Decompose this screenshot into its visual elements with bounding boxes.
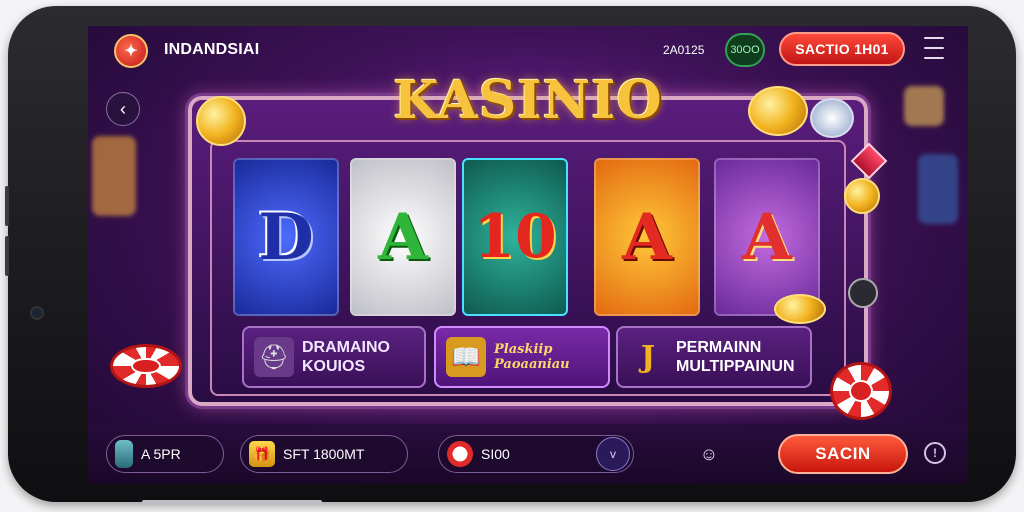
silver-chip-decoration: [810, 98, 854, 138]
reel-1[interactable]: D: [233, 158, 339, 316]
feature-label: Plaskiip Paoaaniau: [494, 342, 570, 372]
credits-pill[interactable]: 30OO: [725, 33, 765, 67]
reel-symbol: A: [622, 199, 672, 275]
chat-icon[interactable]: ☺: [698, 444, 720, 464]
bet-item-label: SI00: [481, 446, 510, 462]
hook-icon: J: [640, 339, 656, 375]
game-title: KASINIO: [393, 70, 663, 131]
chevron-left-icon: ‹: [120, 98, 126, 119]
reel-3[interactable]: 10: [462, 158, 568, 316]
poker-chip-decoration: [830, 362, 892, 420]
feature-tile-2[interactable]: 📖 Plaskiip Paoaaniau: [434, 326, 610, 388]
gold-coin-decoration: [748, 86, 808, 136]
reel-symbol: A: [378, 199, 428, 275]
balance-readout: 2A0125: [663, 43, 705, 57]
spin-button[interactable]: SACIN: [778, 434, 908, 474]
hamburger-menu-icon[interactable]: [924, 37, 944, 59]
feature-label: DRAMAINO KOUIOS: [302, 339, 390, 375]
background-light-right: [904, 86, 944, 126]
settings-gear-decoration: [848, 278, 878, 308]
treasure-icon: 🎁: [249, 441, 275, 467]
bottle-icon: [115, 440, 133, 468]
background-light-left: [92, 136, 136, 216]
background-screen-right: [918, 154, 958, 224]
poker-chip-decoration: [110, 344, 182, 388]
phone-frame: ✦ INDANDSIAI 2A0125 30OO SACTIO 1H01 ‹ K…: [5, 6, 1016, 504]
gold-coin-decoration: [196, 96, 246, 146]
helmet-icon: ⛑: [254, 337, 294, 377]
gold-coin-decoration: [774, 294, 826, 324]
game-title-wrap: KASINIO: [358, 70, 698, 140]
reel-symbol: A: [742, 199, 792, 275]
reel-symbol: 10: [473, 202, 557, 272]
info-icon[interactable]: !: [924, 442, 946, 464]
bottom-bar: A 5PR 🎁 SFT 1800MT SI00 v ☺ SACIN !: [88, 424, 968, 484]
back-button[interactable]: ‹: [106, 92, 140, 126]
poker-chip-icon: [447, 441, 473, 467]
brand-name: INDANDSIAI: [164, 41, 260, 58]
treasure-item-label: SFT 1800MT: [283, 446, 365, 462]
reel-2[interactable]: A: [350, 158, 456, 316]
chevron-down-icon[interactable]: v: [596, 437, 630, 471]
book-icon: 📖: [446, 337, 486, 377]
volume-button-2: [5, 236, 9, 276]
treasure-item[interactable]: 🎁 SFT 1800MT: [240, 435, 408, 473]
action-button[interactable]: SACTIO 1H01: [779, 32, 905, 66]
top-bar: ✦ INDANDSIAI 2A0125 30OO SACTIO 1H01: [88, 26, 968, 74]
game-screen: ✦ INDANDSIAI 2A0125 30OO SACTIO 1H01 ‹ K…: [88, 26, 968, 484]
reel-5[interactable]: A: [714, 158, 820, 316]
feature-label: PERMAINN MULTIPPAINUN: [676, 339, 795, 375]
bottle-item[interactable]: A 5PR: [106, 435, 224, 473]
reel-4[interactable]: A: [594, 158, 700, 316]
feature-tile-1[interactable]: ⛑ DRAMAINO KOUIOS: [242, 326, 426, 388]
feature-tile-3[interactable]: J PERMAINN MULTIPPAINUN: [616, 326, 812, 388]
eagle-logo-icon[interactable]: ✦: [114, 34, 148, 68]
volume-button: [5, 186, 9, 226]
home-indicator: [142, 500, 322, 504]
reel-symbol: D: [258, 199, 314, 275]
bottle-item-label: A 5PR: [141, 446, 181, 462]
gold-coin-decoration: [844, 178, 880, 214]
front-camera: [30, 306, 44, 320]
